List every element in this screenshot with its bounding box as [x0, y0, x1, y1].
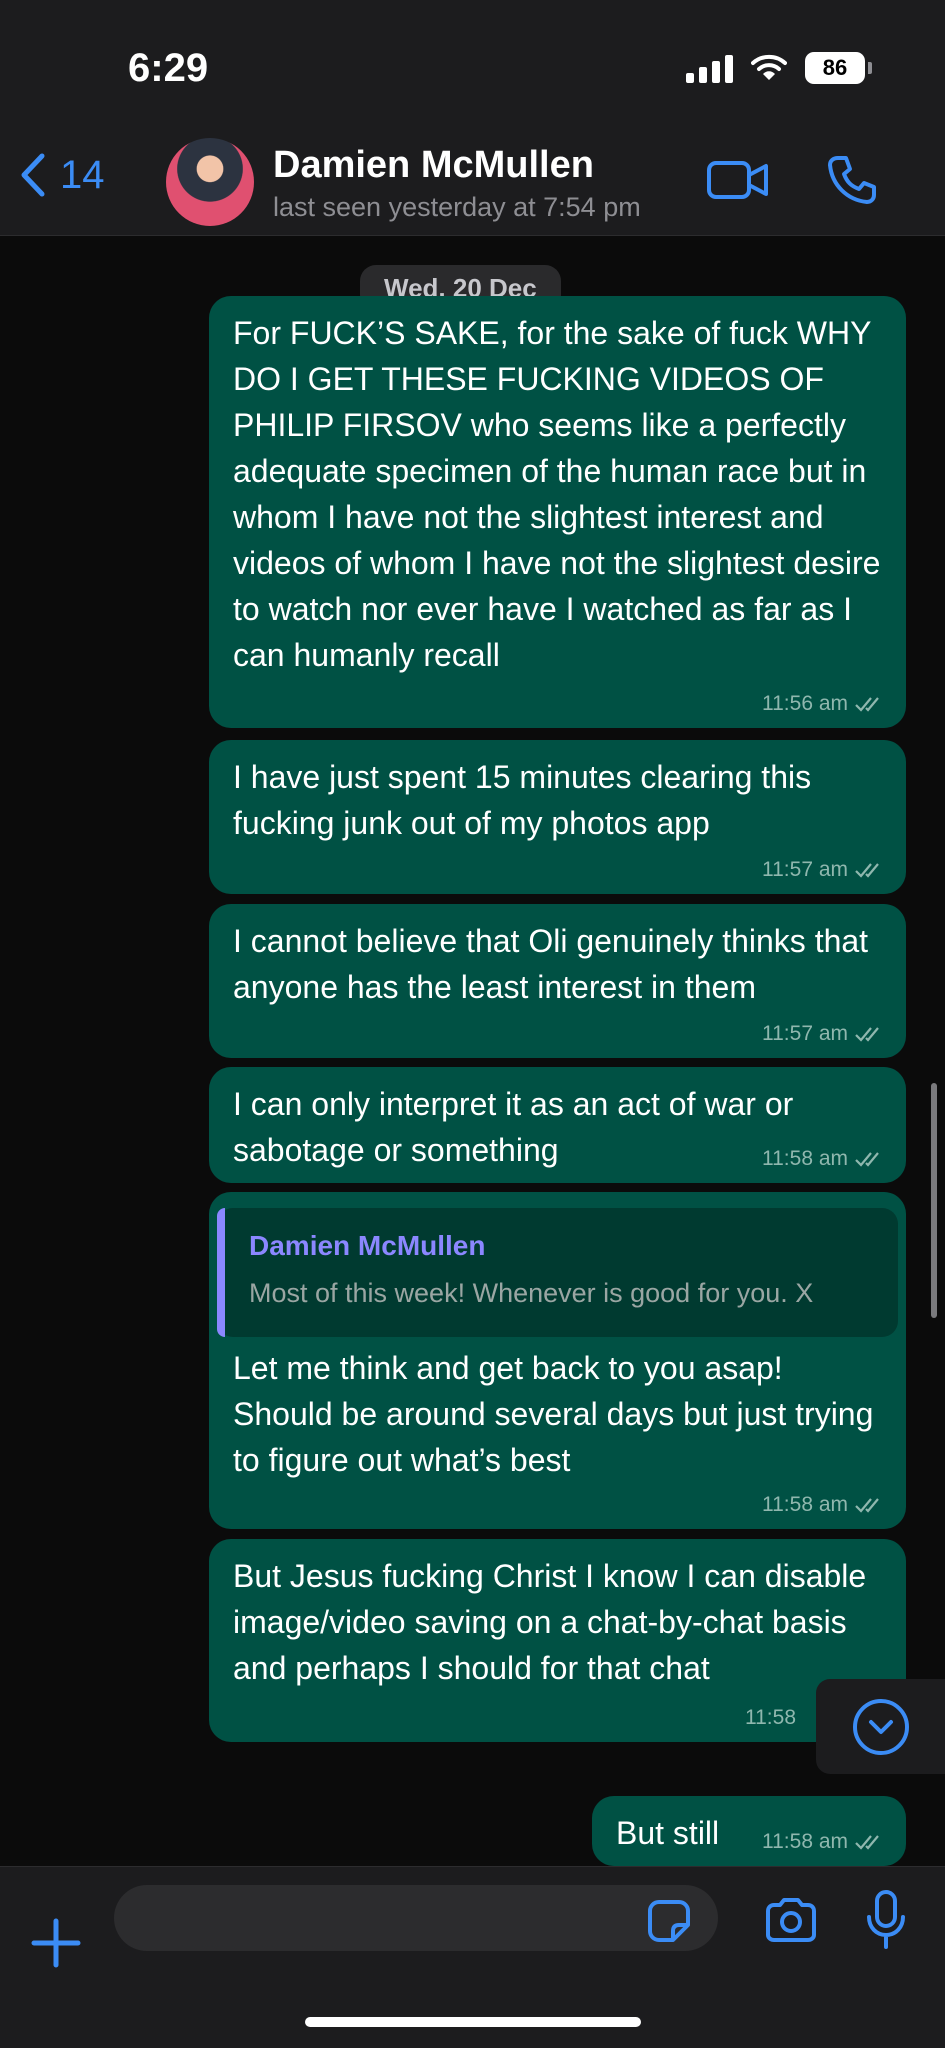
message-meta: 11:58 — [745, 1706, 796, 1730]
phone-icon — [828, 156, 876, 204]
video-call-button[interactable] — [706, 158, 770, 207]
attach-button[interactable] — [30, 1917, 82, 1974]
message-time: 11:58 am — [762, 1493, 848, 1516]
microphone-icon — [867, 1890, 905, 1949]
back-button[interactable]: 14 — [18, 152, 105, 198]
double-check-icon — [855, 863, 879, 878]
message-bubble[interactable]: For FUCK’S SAKE, for the sake of fuck WH… — [209, 296, 906, 728]
message-meta: 11:58 am — [762, 1830, 884, 1854]
message-meta: 11:58 am — [762, 1493, 884, 1517]
reply-message-bubble[interactable]: Damien McMullen Most of this week! Whene… — [209, 1192, 906, 1529]
quoted-text: Most of this week! Whenever is good for … — [249, 1278, 814, 1308]
quoted-message[interactable]: Damien McMullen Most of this week! Whene… — [217, 1208, 898, 1337]
chat-messages[interactable]: Wed, 20 Dec For FUCK’S SAKE, for the sak… — [0, 237, 945, 1866]
message-bubble[interactable]: But still 11:58 am — [592, 1796, 906, 1866]
status-icons: 86 — [686, 52, 872, 84]
chat-header: 14 Damien McMullen last seen yesterday a… — [0, 130, 945, 236]
message-text: I cannot believe that Oli genuinely thin… — [233, 923, 869, 1005]
camera-button[interactable] — [764, 1897, 818, 1948]
status-time: 6:29 — [128, 46, 209, 90]
message-meta: 11:57 am — [762, 1022, 884, 1046]
microphone-button[interactable] — [864, 1889, 908, 1958]
wifi-icon — [751, 54, 787, 80]
message-bubble[interactable]: But Jesus fucking Christ I know I can di… — [209, 1539, 906, 1742]
message-input-bar — [0, 1866, 945, 2048]
avatar[interactable] — [166, 138, 254, 226]
message-text: But Jesus fucking Christ I know I can di… — [233, 1558, 867, 1686]
message-meta: 11:57 am — [762, 858, 884, 882]
double-check-icon — [855, 1027, 879, 1042]
sticker-button[interactable] — [647, 1899, 691, 1948]
video-camera-icon — [707, 161, 768, 199]
double-check-icon — [855, 697, 879, 712]
camera-icon — [766, 1898, 816, 1942]
message-text: I have just spent 15 minutes clearing th… — [233, 759, 812, 841]
voice-call-button[interactable] — [826, 154, 878, 211]
last-seen-status: last seen yesterday at 7:54 pm — [273, 192, 641, 222]
message-meta: 11:56 am — [762, 692, 884, 716]
double-check-icon — [855, 1498, 879, 1513]
quoted-sender: Damien McMullen — [249, 1230, 486, 1261]
scroll-indicator[interactable] — [931, 1083, 937, 1318]
message-time: 11:57 am — [762, 858, 848, 881]
message-time: 11:58 am — [762, 1147, 848, 1170]
chevron-left-icon — [21, 153, 45, 197]
chevron-down-icon — [852, 1698, 909, 1755]
double-check-icon — [855, 1835, 879, 1850]
message-bubble[interactable]: I cannot believe that Oli genuinely thin… — [209, 904, 906, 1058]
signal-icon — [686, 53, 733, 83]
double-check-icon — [855, 1152, 879, 1167]
message-time: 11:58 — [745, 1706, 796, 1729]
message-meta: 11:58 am — [762, 1147, 884, 1171]
plus-icon — [31, 1918, 81, 1968]
message-bubble[interactable]: I have just spent 15 minutes clearing th… — [209, 740, 906, 894]
battery-icon: 86 — [805, 52, 872, 84]
scroll-to-bottom-button[interactable] — [816, 1679, 945, 1774]
message-time: 11:56 am — [762, 692, 848, 715]
message-bubble[interactable]: I can only interpret it as an act of war… — [209, 1067, 906, 1183]
message-text: For FUCK’S SAKE, for the sake of fuck WH… — [233, 315, 881, 673]
message-time: 11:57 am — [762, 1022, 848, 1045]
home-indicator[interactable] — [305, 2017, 641, 2027]
sticker-icon — [648, 1900, 690, 1942]
unread-count: 14 — [60, 152, 105, 197]
status-bar: 6:29 86 — [0, 0, 945, 130]
message-text: Let me think and get back to you asap! S… — [233, 1350, 874, 1478]
contact-name[interactable]: Damien McMullen — [273, 144, 594, 187]
message-time: 11:58 am — [762, 1830, 848, 1853]
message-input[interactable] — [114, 1885, 718, 1951]
